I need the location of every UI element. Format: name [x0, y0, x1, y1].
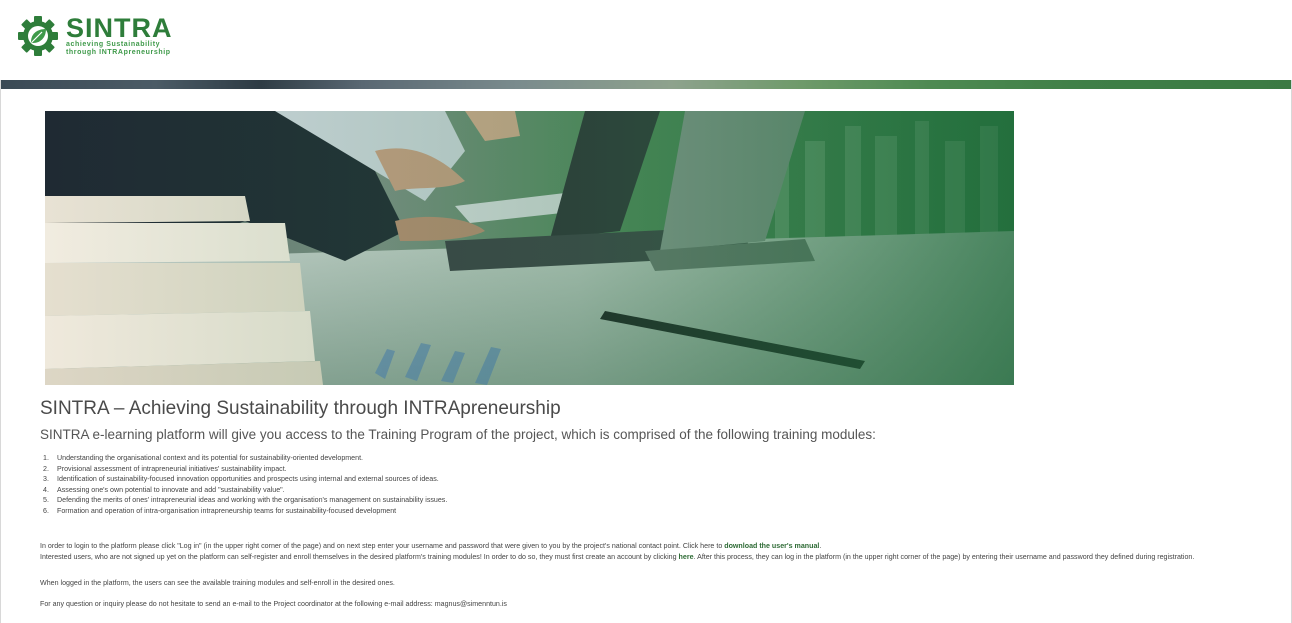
- page-subtitle: SINTRA e-learning platform will give you…: [40, 427, 876, 442]
- list-item: 3. Identification of sustainability-focus…: [40, 474, 447, 485]
- list-item-text: Assessing one's own potential to innovat…: [57, 485, 285, 494]
- download-manual-link[interactable]: download the user's manual: [724, 542, 819, 550]
- create-account-link[interactable]: here: [679, 553, 694, 561]
- page-title: SINTRA – Achieving Sustainability throug…: [40, 398, 561, 419]
- list-item-text: Defending the merits of ones' intraprene…: [57, 496, 448, 505]
- self-register-instructions: Interested users, who are not signed up …: [40, 552, 1280, 562]
- list-item-text: Identification of sustainability-focused…: [57, 475, 439, 484]
- logo-title: SINTRA: [66, 13, 173, 43]
- site-logo[interactable]: SINTRA achieving Sustainability through …: [16, 10, 173, 62]
- list-item-number: 5.: [43, 496, 49, 505]
- list-item: 5. Defending the merits of ones' intrapre…: [40, 495, 447, 506]
- contact-info: For any question or inquiry please do no…: [40, 600, 507, 608]
- list-item: 1. Understanding the organisational conte…: [40, 453, 447, 464]
- list-item-number: 3.: [43, 475, 49, 484]
- logo-text: SINTRA achieving Sustainability through …: [66, 15, 173, 57]
- list-item: 6. Formation and operation of intra-organ…: [40, 506, 447, 517]
- list-item: 4. Assessing one's own potential to innov…: [40, 485, 447, 496]
- login-instructions-text: In order to login to the platform please…: [40, 542, 725, 550]
- list-item: 2. Provisional assessment of intrapreneur…: [40, 464, 447, 475]
- login-instructions-end: .: [819, 542, 822, 550]
- list-item-number: 4.: [43, 485, 49, 494]
- list-item-number: 1.: [43, 454, 49, 462]
- enroll-info: When logged in the platform, the users c…: [40, 579, 395, 587]
- hero-image: [45, 111, 1014, 385]
- login-instructions: In order to login to the platform please…: [40, 541, 1280, 551]
- self-register-text: Interested users, who are not signed up …: [40, 553, 679, 561]
- gear-leaf-icon: [18, 16, 58, 56]
- logo-tagline-line2: through INTRApreneurship: [66, 49, 171, 56]
- list-item-text: Provisional assessment of intrapreneuria…: [57, 464, 287, 473]
- list-item-text: Understanding the organisational context…: [57, 454, 364, 462]
- header-banner-strip: [1, 80, 1291, 89]
- logo-tagline-line1: achieving Sustainability: [66, 41, 161, 48]
- list-item-number: 6.: [43, 506, 49, 515]
- self-register-end: . After this process, they can log in th…: [693, 553, 1195, 561]
- list-item-text: Formation and operation of intra-organis…: [57, 506, 397, 515]
- training-modules-list: 1. Understanding the organisational conte…: [40, 453, 447, 517]
- list-item-number: 2.: [43, 464, 49, 473]
- site-header: SINTRA achieving Sustainability through …: [0, 0, 1292, 80]
